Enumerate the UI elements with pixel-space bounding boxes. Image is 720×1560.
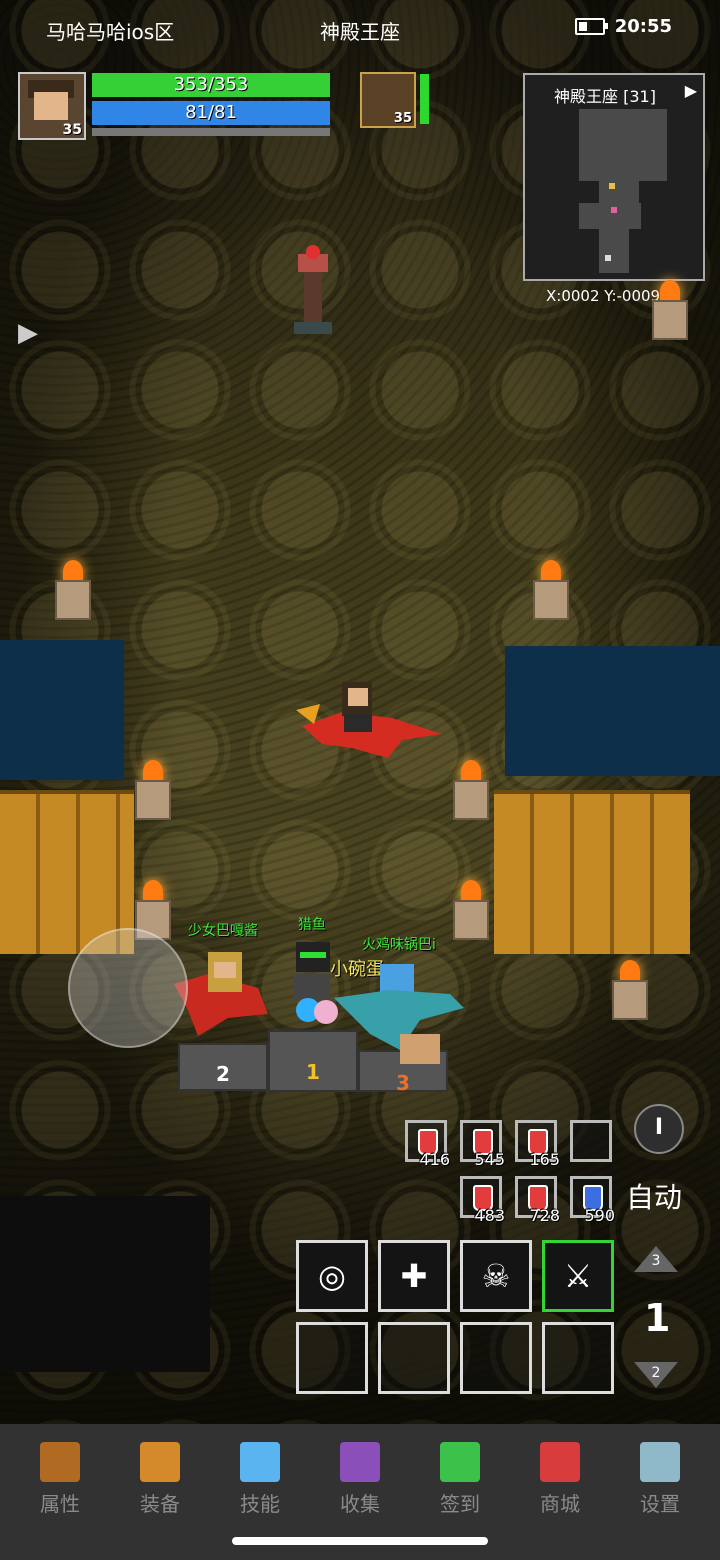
left-pit (0, 1196, 210, 1372)
nav-shop[interactable]: 商城 (520, 1442, 600, 1517)
potion-slot[interactable]: 545 (460, 1120, 505, 1169)
gem-icon (440, 1442, 480, 1482)
battery-icon (574, 18, 608, 35)
skill-page-up-button[interactable]: 3 (634, 1246, 678, 1272)
brazier (612, 960, 648, 1020)
skill-page-number: 1 (644, 1296, 671, 1340)
home-indicator[interactable] (232, 1537, 488, 1545)
podium-second: 2 (178, 1043, 268, 1091)
other-player-right[interactable] (330, 950, 466, 1070)
nav-settings[interactable]: 设置 (620, 1442, 700, 1517)
skill-slot[interactable]: ◎ (296, 1240, 368, 1312)
action-round-button[interactable]: I (634, 1104, 684, 1154)
auto-battle-button[interactable]: 自动 (626, 1176, 682, 1216)
right-pool (505, 646, 720, 776)
potion-slot[interactable]: 728 (515, 1176, 560, 1225)
left-pool (0, 640, 124, 780)
xp-bar (92, 128, 330, 136)
brazier (453, 760, 489, 820)
skill-slot[interactable]: ✚ (378, 1240, 450, 1312)
player-avatar[interactable]: 35 (18, 72, 86, 140)
nav-attributes[interactable]: 属性 (20, 1442, 100, 1517)
skill-slot[interactable]: ☠ (460, 1240, 532, 1312)
empty-skill-slot[interactable] (460, 1322, 532, 1394)
minimap[interactable]: 神殿王座 [31] ▶ (523, 73, 705, 281)
empty-skill-slot[interactable] (542, 1322, 614, 1394)
crystal-icon (240, 1442, 280, 1482)
player-level: 35 (62, 122, 82, 138)
brazier (652, 280, 688, 340)
status-bar: 马哈马哈ios区 神殿王座 20:55 (0, 0, 720, 60)
skill-slot-active[interactable]: ⚔ (542, 1240, 614, 1312)
virtual-joystick[interactable] (68, 928, 188, 1048)
clock: 20:55 (614, 16, 672, 37)
mp-bar: 81/81 (92, 101, 330, 125)
nav-skills[interactable]: 技能 (220, 1442, 300, 1517)
skill-page-down-button[interactable]: 2 (634, 1362, 678, 1388)
game-screen[interactable]: 马哈马哈ios区 神殿王座 20:55 35 353/353 81/81 35 … (0, 0, 720, 1560)
helmet-icon (40, 1442, 80, 1482)
gear-icon (640, 1442, 680, 1482)
empty-potion-slot[interactable] (570, 1120, 612, 1162)
brazier (55, 560, 91, 620)
brazier (533, 560, 569, 620)
nav-collection[interactable]: 收集 (320, 1442, 400, 1517)
empty-skill-slot[interactable] (296, 1322, 368, 1394)
book-icon (340, 1442, 380, 1482)
player-name-left: 少女巴嘎酱 (188, 923, 258, 939)
altar-statue (294, 245, 332, 334)
side-panel-toggle[interactable]: ▶ (18, 318, 38, 348)
pet-avatar[interactable]: 35 (360, 72, 416, 128)
brazier (135, 760, 171, 820)
brazier (453, 880, 489, 940)
potion-slot[interactable]: 590 (570, 1176, 615, 1225)
coordinates: X:0002 Y:-0009 (546, 287, 661, 305)
nav-equipment[interactable]: 装备 (120, 1442, 200, 1517)
player-name-mid: 猎鱼 (298, 917, 326, 933)
potion-slot[interactable]: 483 (460, 1176, 505, 1225)
hp-bar: 353/353 (92, 73, 330, 97)
status-right: 20:55 (574, 16, 672, 37)
pet-hp-bar (420, 74, 429, 124)
shop-icon (540, 1442, 580, 1482)
empty-skill-slot[interactable] (378, 1322, 450, 1394)
nav-checkin[interactable]: 签到 (420, 1442, 500, 1517)
potion-slot[interactable]: 416 (405, 1120, 450, 1169)
potion-slot[interactable]: 165 (515, 1120, 560, 1169)
bag-icon (140, 1442, 180, 1482)
minimap-rooms (579, 109, 667, 273)
right-screen-wall (494, 790, 690, 954)
pet-level: 35 (393, 111, 412, 126)
player-character[interactable] (292, 674, 446, 770)
